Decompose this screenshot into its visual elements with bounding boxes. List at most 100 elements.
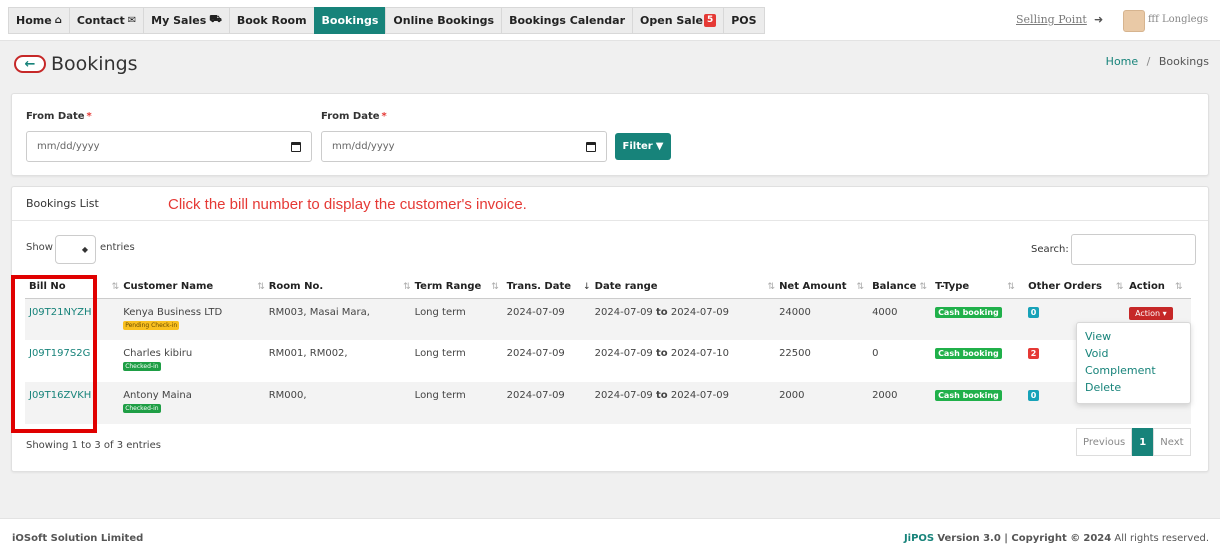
nav-bookings-calendar-label: Bookings Calendar [509,14,626,27]
col-term-label: Term Range [414,281,482,293]
net-amount: 24000 [775,298,869,340]
trans-date: 2024-07-09 [502,382,591,424]
back-button[interactable]: ← [14,55,46,73]
nav-open-sale[interactable]: Open Sale 5 [632,7,724,34]
nav-home[interactable]: Home ⌂ [8,7,69,34]
user-name[interactable]: fff Longlegs [1148,14,1208,25]
other-orders-badge[interactable]: 2 [1028,348,1040,359]
search-input[interactable] [1071,234,1196,265]
sort-icon: ⇅ [491,282,499,293]
from-date-label-text: From Date [26,111,85,122]
table-header-row: Bill No ⇅ Customer Name ⇅ Room No. ⇅ Term R… [25,276,1191,299]
nav-online-bookings[interactable]: Online Bookings [385,7,502,34]
nav-contact[interactable]: Contact ✉ [68,7,144,34]
footer: iOSoft Solution Limited JiPOS Version 3.… [0,518,1220,557]
nav-bookings[interactable]: Bookings [313,7,386,34]
col-t-type[interactable]: T-Type ⇅ [931,276,1025,299]
sort-icon: ⇅ [1174,282,1183,293]
trans-date: 2024-07-09 [502,298,591,340]
col-customer-name[interactable]: Customer Name ⇅ [119,276,265,299]
avatar[interactable] [1123,10,1145,32]
sort-icon: ⇅ [403,282,411,293]
nav-open-sale-label: Open Sale [640,14,703,27]
sign-out-icon[interactable]: ➜ [1094,13,1103,26]
sort-desc-icon: ↓ [583,282,591,293]
nav-pos[interactable]: POS [723,7,765,34]
nav-my-sales[interactable]: My Sales ⛟ [143,7,229,34]
previous-button[interactable]: Previous [1076,428,1133,456]
nav-bookings-calendar[interactable]: Bookings Calendar [501,7,633,34]
entries-select[interactable]: ◆ [55,235,96,264]
menu-item-view[interactable]: View [1077,330,1190,347]
caret-down-icon: ▾ [1162,308,1167,318]
sort-icon: ⇅ [257,282,265,293]
from-date-input[interactable]: mm/dd/yyyy [26,131,312,162]
date-range: 2024-07-09 to 2024-07-09 [590,382,776,424]
nav-book-room[interactable]: Book Room [228,7,314,34]
filter-card: From Date * mm/dd/yyyy From Date * mm/dd/y… [11,93,1209,176]
menu-item-void[interactable]: Void [1077,347,1190,364]
selling-point-link[interactable]: Selling Point [1016,13,1087,26]
t-type-badge: Cash booking [935,348,1002,359]
balance: 0 [872,348,879,359]
date-to: 2024-07-10 [670,348,729,359]
col-room-no[interactable]: Room No. ⇅ [264,276,411,299]
date-to: 2024-07-09 [670,390,729,401]
net-amount: 22500 [779,348,811,359]
page-1-button[interactable]: 1 [1132,428,1154,456]
other-orders-badge[interactable]: 0 [1028,306,1040,318]
room-no: RM001, RM002, [268,348,348,359]
room-no: RM000, [264,382,411,424]
net-amount: 2000 [775,382,869,424]
col-trans-date[interactable]: Trans. Date ↓ [502,276,591,299]
to-date-label: From Date * [321,111,387,122]
other-orders-badge[interactable]: 0 [1028,390,1040,401]
calendar-icon[interactable] [291,141,301,152]
rights-text: All rights reserved. [1114,533,1209,544]
action-dropdown-menu: View Void Complement Delete [1076,322,1191,404]
col-term-range[interactable]: Term Range ⇅ [410,276,503,299]
nav-home-label: Home [16,14,52,27]
breadcrumb: Home / Bookings [1106,55,1209,68]
filter-button[interactable]: Filter ▼ [615,133,671,160]
date-range: 2024-07-09 to 2024-07-10 [591,340,775,382]
show-label: Show [26,242,53,253]
breadcrumb-home[interactable]: Home [1106,55,1138,68]
balance: 4000 [868,298,932,340]
col-net-label: Net Amount [779,281,847,293]
menu-item-delete[interactable]: Delete [1077,381,1190,398]
balance: 2000 [868,382,932,424]
customer-name: Antony Maina [123,390,192,401]
action-button[interactable]: Action ▾ [1129,306,1173,320]
date-range: 2024-07-09 to 2024-07-09 [590,298,776,340]
date-to: 2024-07-09 [670,306,729,318]
to-date-input[interactable]: mm/dd/yyyy [321,131,607,162]
to-date-placeholder: mm/dd/yyyy [332,141,395,152]
sort-icon: ⇅ [1115,282,1124,293]
col-orders-label: Other Orders [1028,281,1102,293]
room-no: RM003, Masai Mara, [264,298,411,340]
arrow-left-icon: ← [24,56,36,72]
col-balance-label: Balance [872,281,917,293]
trans-date: 2024-07-09 [506,348,565,359]
calendar-icon[interactable] [586,141,596,152]
menu-item-complement[interactable]: Complement [1077,364,1190,381]
nav-online-bookings-label: Online Bookings [393,14,495,27]
col-net-amount[interactable]: Net Amount ⇅ [775,276,869,299]
col-date-range[interactable]: Date range ⇅ [590,276,776,299]
required-mark: * [381,111,387,122]
customer-name: Charles kibiru [123,348,193,359]
filter-button-label: Filter [622,141,653,152]
date-from: 2024-07-09 [594,348,653,359]
col-other-orders[interactable]: Other Orders ⇅ [1024,276,1126,299]
sort-icon: ⇅ [111,282,120,293]
col-balance[interactable]: Balance ⇅ [868,276,932,299]
col-action[interactable]: Action ⇅ [1125,276,1191,299]
pagination: Previous 1 Next [1076,428,1191,456]
table-row: J09T16ZVKH Antony Maina Checked-in RM000,… [25,382,1191,424]
next-button[interactable]: Next [1153,428,1191,456]
col-room-label: Room No. [268,281,324,293]
sort-icon: ⇅ [919,282,927,293]
entries-label: entries [100,242,135,253]
brand-name: JiPOS [903,533,935,544]
